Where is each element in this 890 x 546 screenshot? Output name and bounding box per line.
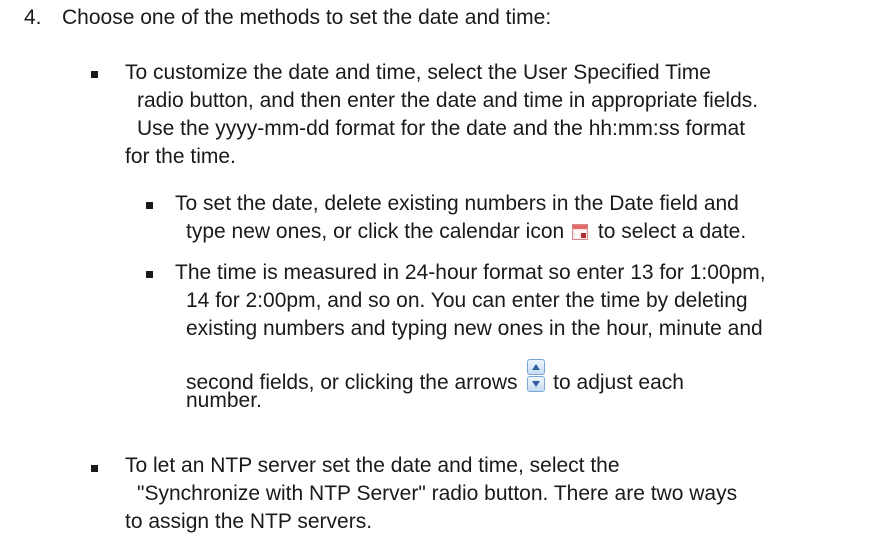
ntp-item-line-3: to assign the NTP servers. xyxy=(125,510,373,533)
time-item-line-1: The time is measured in 24-hour format s… xyxy=(175,261,766,284)
time-item-line-5: number. xyxy=(186,389,262,412)
time-item-text-after: to adjust each xyxy=(553,371,684,394)
date-item-text-before: type new ones, or click the calendar ico… xyxy=(186,220,565,243)
bullet-marker xyxy=(91,71,98,78)
calendar-icon xyxy=(572,224,589,240)
step-number: 4. xyxy=(24,6,42,29)
date-item-line-2: type new ones, or click the calendar ico… xyxy=(186,218,746,246)
item-1-line-3: Use the yyyy-mm-dd format for the date a… xyxy=(137,117,746,140)
step-text: Choose one of the methods to set the dat… xyxy=(62,6,552,29)
item-1-line-2: radio button, and then enter the date an… xyxy=(137,89,759,112)
ntp-item-line-1: To let an NTP server set the date and ti… xyxy=(125,454,620,477)
ntp-item-line-2: "Synchronize with NTP Server" radio butt… xyxy=(137,482,738,505)
spinner-arrows-icon xyxy=(527,359,546,393)
bullet-marker xyxy=(91,465,98,472)
time-item-line-3: existing numbers and typing new ones in … xyxy=(186,317,763,340)
bullet-marker xyxy=(146,271,153,278)
item-1-line-4: for the time. xyxy=(125,145,236,168)
date-item-line-1: To set the date, delete existing numbers… xyxy=(175,192,739,215)
date-item-text-after: to select a date. xyxy=(597,220,747,243)
bullet-marker xyxy=(146,202,153,209)
time-item-line-2: 14 for 2:00pm, and so on. You can enter … xyxy=(186,289,748,312)
item-1-line-1: To customize the date and time, select t… xyxy=(125,61,711,84)
